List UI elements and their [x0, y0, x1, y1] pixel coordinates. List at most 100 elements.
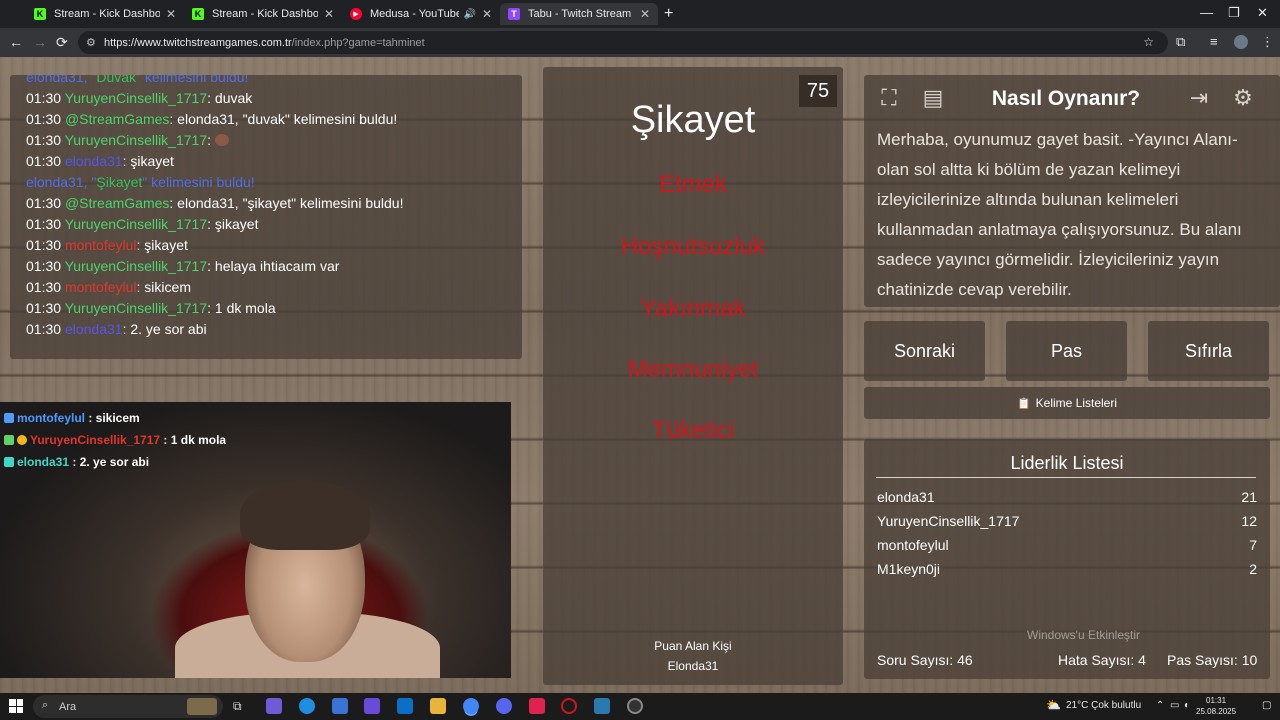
task-view-icon[interactable]: ⧉ — [233, 699, 249, 715]
taboo-word: Tüketici — [651, 417, 735, 444]
clock-time: 01:31 — [1206, 696, 1227, 705]
overlay-user: montofeylul — [17, 411, 85, 425]
found-prefix: elonda31, " — [26, 174, 97, 190]
logout-icon[interactable]: ⇥ — [1182, 81, 1216, 115]
chat-user[interactable]: YuruyenCinsellik_1717 — [65, 132, 207, 148]
pass-count: Pas Sayısı: 10 — [1167, 652, 1258, 668]
chat-message: : duvak — [207, 90, 253, 106]
overlay-message: : 1 dk mola — [160, 433, 227, 447]
chrome-icon[interactable] — [463, 698, 479, 714]
found-word: Şikayet — [96, 174, 143, 190]
badge-icon — [4, 413, 14, 423]
chat-user[interactable]: YuruyenCinsellik_1717 — [65, 90, 207, 106]
url-domain: https://www.twitchstreamgames.com.tr — [104, 36, 292, 49]
pass-button[interactable]: Pas — [1006, 321, 1127, 381]
chat-user[interactable]: @StreamGames — [65, 111, 169, 127]
weather-text[interactable]: 21°C Çok bulutlu — [1066, 700, 1141, 711]
speaker-icon[interactable]: 🔊 — [463, 9, 475, 20]
chat-user[interactable]: YuruyenCinsellik_1717 — [65, 300, 207, 316]
chat-user[interactable]: YuruyenCinsellik_1717 — [65, 258, 207, 274]
chat-user[interactable]: montofeylul — [65, 279, 137, 295]
copilot-icon[interactable] — [266, 698, 282, 714]
address-toolbar: ← → ⟳ ⚙ https://www.twitchstreamgames.co… — [0, 28, 1280, 57]
player-name: montofeylul — [877, 537, 949, 553]
overlay-message: : sikicem — [85, 411, 140, 425]
windows-taskbar: ⌕ Ara ⧉ ⛅ 21°C Çok bulutlu ⌃ ▭ ◐ 01:31 2… — [0, 693, 1280, 720]
chat-time: 01:30 — [26, 111, 62, 127]
chat-user[interactable]: elonda31 — [65, 321, 123, 337]
tab-tabu-twitch[interactable]: T Tabu - Twitch Stream Games ✕ — [500, 3, 658, 25]
discord-icon[interactable] — [496, 698, 512, 714]
main-word: Şikayet — [630, 99, 756, 141]
next-button[interactable]: Sonraki — [864, 321, 985, 381]
bookmark-star-icon[interactable]: ☆ — [1143, 35, 1154, 49]
extensions-icon[interactable]: ⧉ — [1176, 34, 1185, 50]
emote-icon — [214, 134, 229, 146]
network-icon[interactable]: ▭ — [1170, 700, 1179, 711]
chat-message: : 1 dk mola — [207, 300, 276, 316]
overlay-message: : 2. ye sor abi — [69, 455, 150, 469]
more-menu-icon[interactable]: ⋮ — [1261, 34, 1274, 50]
site-info-icon[interactable]: ⚙ — [86, 36, 96, 49]
tab-youtube-music[interactable]: ▶ Medusa - YouTube Music 🔊 ✕ — [342, 3, 500, 25]
reset-button[interactable]: Sıfırla — [1148, 321, 1269, 381]
player-score: 7 — [1249, 537, 1257, 553]
reload-icon[interactable]: ⟳ — [56, 34, 68, 51]
how-to-play-panel: ⛶ ▤ Nasıl Oynanır? ⇥ ⚙ Merhaba, oyunumuz… — [864, 75, 1280, 307]
kick-icon: K — [34, 8, 46, 20]
warning-badge-icon — [17, 435, 27, 445]
leaderboard-title: Liderlik Listesi — [1010, 453, 1124, 473]
chat-user[interactable]: montofeylul — [65, 237, 137, 253]
chat-user[interactable]: elonda31 — [65, 153, 123, 169]
chat-line: 01:30 YuruyenCinsellik_1717: 1 dk mola — [26, 298, 506, 319]
found-word: Duvak — [96, 75, 137, 85]
volume-icon[interactable]: ◐ — [1184, 700, 1190, 711]
leaderboard-row: elonda31 21 — [877, 489, 1257, 505]
word-lists-button[interactable]: 📋 Kelime Listeleri — [864, 387, 1270, 419]
settings-app-icon[interactable] — [594, 698, 610, 714]
forward-arrow-icon[interactable]: → — [33, 34, 47, 50]
taskbar-clock[interactable]: 01:31 25.08.2025 — [1196, 695, 1236, 717]
weather-icon: ⛅ — [1046, 698, 1061, 712]
media-control-icon[interactable]: ≡ — [1210, 34, 1218, 49]
taboo-word: Etmek — [658, 171, 727, 198]
opera-icon[interactable] — [561, 698, 577, 714]
chat-user[interactable]: @StreamGames — [65, 195, 169, 211]
tray-chevron-icon[interactable]: ⌃ — [1156, 700, 1164, 711]
minimize-icon[interactable]: — — [1200, 5, 1213, 20]
close-icon[interactable]: ✕ — [324, 7, 334, 21]
tab-kick-dashboard-2[interactable]: K Stream - Kick Dashboard ✕ — [184, 3, 342, 25]
chat-user[interactable]: YuruyenCinsellik_1717 — [65, 216, 207, 232]
clock-date: 25.08.2025 — [1196, 707, 1237, 716]
obs-icon[interactable] — [627, 698, 643, 714]
gear-icon[interactable]: ⚙ — [1226, 81, 1260, 115]
scorer-name: Elonda31 — [667, 659, 719, 673]
notification-icon[interactable]: ▢ — [1262, 700, 1271, 711]
player-name: elonda31 — [877, 489, 935, 505]
taskbar-search[interactable]: ⌕ Ara — [33, 695, 223, 718]
new-tab-plus-icon[interactable]: + — [664, 5, 673, 23]
close-icon[interactable]: ✕ — [640, 7, 650, 21]
close-icon[interactable]: ✕ — [166, 7, 176, 21]
windows-start-icon[interactable] — [9, 699, 23, 713]
url-input[interactable]: ⚙ https://www.twitchstreamgames.com.tr/i… — [78, 31, 1168, 54]
teams-icon[interactable] — [364, 698, 380, 714]
tab-title: Medusa - YouTube Music — [370, 8, 460, 20]
search-icon: ⌕ — [42, 699, 49, 711]
chat-list: elonda31, "Duvak" kelimesini buldu! 01:3… — [26, 75, 506, 340]
chat-time: 01:30 — [26, 237, 62, 253]
profile-avatar[interactable] — [1234, 35, 1248, 49]
file-explorer-icon[interactable] — [430, 698, 446, 714]
app-w-icon[interactable] — [529, 698, 545, 714]
edge-icon[interactable] — [299, 698, 315, 714]
badge-icon — [4, 435, 14, 445]
url-path: /index.php?game=tahminet — [291, 36, 425, 49]
close-icon[interactable]: ✕ — [482, 7, 492, 21]
outlook-icon[interactable] — [397, 698, 413, 714]
store-icon[interactable] — [332, 698, 348, 714]
browser-tab-bar: K Stream - Kick Dashboard ✕ K Stream - K… — [0, 0, 1280, 28]
back-arrow-icon[interactable]: ← — [9, 34, 23, 50]
tab-kick-dashboard-1[interactable]: K Stream - Kick Dashboard ✕ — [26, 3, 184, 25]
window-close-icon[interactable]: ✕ — [1257, 5, 1268, 21]
restore-icon[interactable]: ❐ — [1228, 5, 1240, 21]
